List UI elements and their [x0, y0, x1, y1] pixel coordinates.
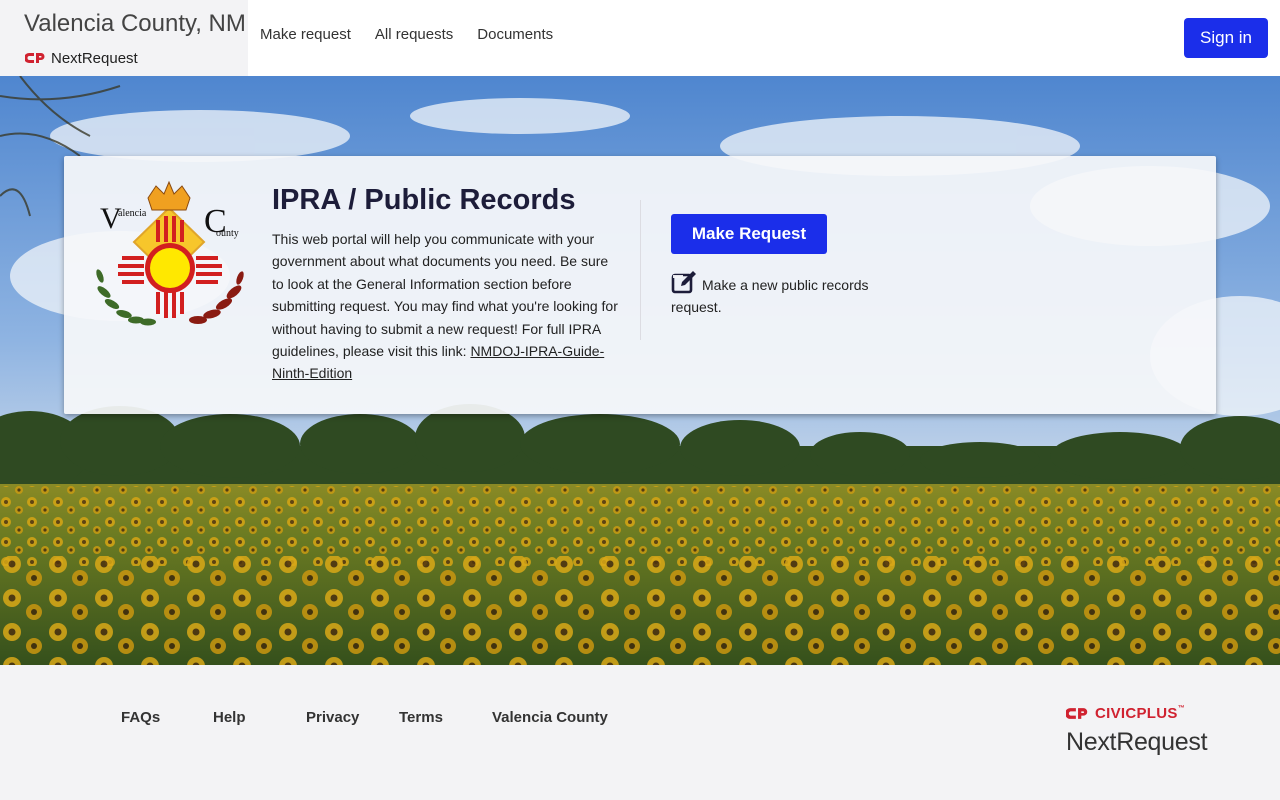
main-nav: Make request All requests Documents	[260, 26, 577, 44]
nav-make-request[interactable]: Make request	[260, 26, 351, 44]
trademark-mark: ™	[1177, 705, 1186, 712]
edit-icon	[671, 271, 696, 294]
sign-in-button[interactable]: Sign in	[1184, 18, 1268, 58]
seal-letter-ounty: ounty	[216, 228, 239, 239]
make-request-button[interactable]: Make Request	[671, 214, 827, 254]
brand-block[interactable]: Valencia County, NM NextRequest	[0, 0, 248, 76]
site-header: Valencia County, NM NextRequest Make req…	[0, 0, 1280, 76]
org-name: Valencia County, NM	[24, 10, 246, 37]
card-divider	[640, 200, 641, 340]
footer-link-privacy[interactable]: Privacy	[306, 709, 359, 726]
seal-letter-alencia: alencia	[118, 208, 147, 219]
product-badge: NextRequest	[25, 48, 138, 68]
portal-description: This web portal will help you communicat…	[272, 228, 622, 385]
make-request-note: Make a new public records request.	[671, 270, 911, 318]
product-name: NextRequest	[51, 49, 138, 67]
nav-documents[interactable]: Documents	[477, 26, 553, 44]
footer-link-faqs[interactable]: FAQs	[121, 709, 160, 726]
nextrequest-wordmark: NextRequest	[1066, 728, 1208, 756]
civicplus-logo-icon	[25, 53, 45, 63]
county-seal-logo: V alencia C ounty	[96, 180, 244, 326]
laurel-branch-right	[189, 271, 244, 324]
hero-section: V alencia C ounty IPRA / Public Records …	[0, 76, 1280, 665]
crown-icon	[147, 180, 191, 211]
footer-link-terms[interactable]: Terms	[399, 709, 443, 726]
footer-link-help[interactable]: Help	[213, 709, 246, 726]
civicplus-wordmark: CIVICPLUS™	[1095, 705, 1185, 722]
site-footer: FAQs Help Privacy Terms Valencia County …	[0, 665, 1280, 800]
nav-all-requests[interactable]: All requests	[375, 26, 453, 44]
civicplus-logo-icon	[1066, 708, 1088, 719]
page-title: IPRA / Public Records	[272, 184, 576, 216]
civicplus-brand[interactable]: CIVICPLUS™	[1066, 705, 1185, 722]
civicplus-text: CIVICPLUS	[1095, 705, 1178, 722]
description-text: This web portal will help you communicat…	[272, 231, 618, 360]
make-request-note-text: Make a new public records request.	[671, 277, 869, 315]
intro-card: V alencia C ounty IPRA / Public Records …	[64, 156, 1216, 414]
footer-link-valencia-county[interactable]: Valencia County	[492, 709, 608, 726]
